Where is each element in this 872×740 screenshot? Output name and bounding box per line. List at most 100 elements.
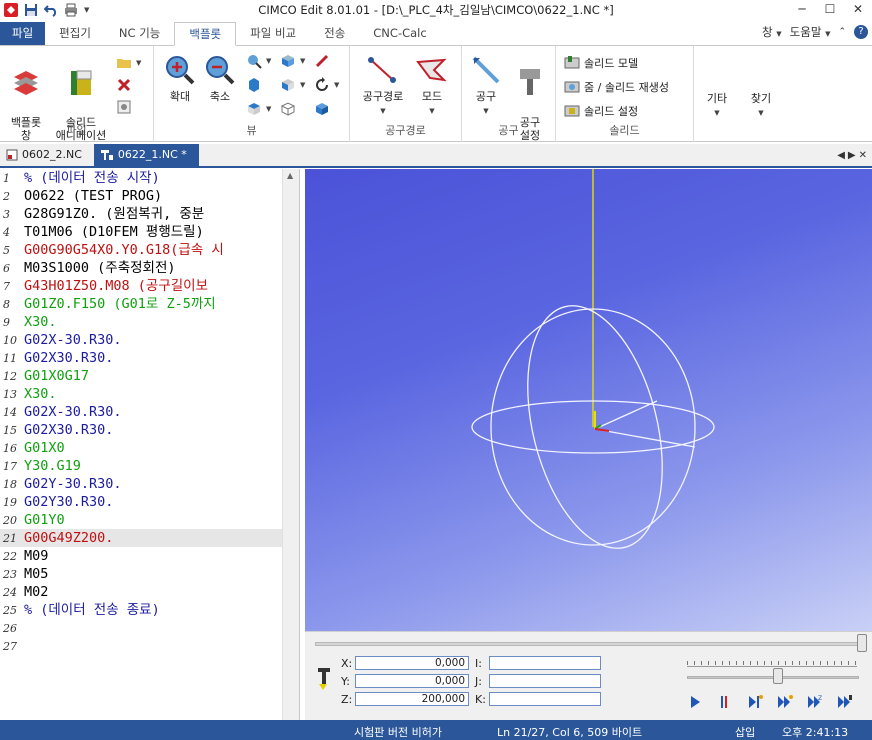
code-line[interactable]: 13 X30. xyxy=(0,385,282,403)
nc-code-editor[interactable]: 1 % (데이터 전송 시작) 2 O0622 (TEST PROG) 3 G28G91Z… xyxy=(0,169,300,720)
zoom-out-icon xyxy=(206,56,235,85)
app-logo-icon[interactable] xyxy=(4,3,18,17)
tab-nc-functions[interactable]: NC 기능 xyxy=(105,22,174,45)
speed-tick xyxy=(715,661,716,665)
zoom-small-icon xyxy=(248,55,262,69)
solid-setup-button[interactable]: 솔리드 설정 xyxy=(564,102,638,120)
run-to-end-icon[interactable] xyxy=(837,694,853,710)
code-line[interactable]: 24 M02 xyxy=(0,583,282,601)
code-line[interactable]: 2 O0622 (TEST PROG) xyxy=(0,187,282,205)
view-side-button[interactable]: ▼ xyxy=(280,76,305,94)
chevron-down-icon: ▼ xyxy=(825,30,831,38)
code-line[interactable]: 16 G01X0 xyxy=(0,439,282,457)
group-file-label: 파일 xyxy=(66,124,87,137)
ribbon-backplot: 백플롯 창 솔리드 애니메이션 ▼ 파일 확대 축소 ▼ ▼ ▼ ▼ ▼ 뷰 공… xyxy=(0,46,872,142)
code-line[interactable]: 22 M09 xyxy=(0,547,282,565)
zoom-in-button[interactable]: 확대 xyxy=(162,54,198,103)
code-line[interactable]: 9 X30. xyxy=(0,313,282,331)
code-line[interactable]: 6 M03S1000 (주축정회전) xyxy=(0,259,282,277)
zoom-window-button[interactable]: ▼ xyxy=(246,52,271,70)
tool-setup-icon xyxy=(520,69,540,95)
code-text: G01X0 xyxy=(24,440,65,456)
code-line[interactable]: 14 G02X-30.R30. xyxy=(0,403,282,421)
speed-tick xyxy=(813,661,814,665)
properties-button[interactable] xyxy=(116,98,132,116)
print-icon[interactable] xyxy=(64,3,78,17)
close-button[interactable]: ✕ xyxy=(844,0,872,20)
find-button[interactable]: 찾기 ▼ xyxy=(744,92,778,120)
tab-editor[interactable]: 편집기 xyxy=(45,22,105,45)
undo-icon[interactable] xyxy=(44,3,58,17)
fast-forward-icon[interactable] xyxy=(777,694,793,710)
step-forward-icon[interactable] xyxy=(747,694,763,710)
scroll-up-icon[interactable]: ▲ xyxy=(287,171,293,180)
line-number: 6 xyxy=(3,262,10,275)
delete-button[interactable] xyxy=(116,76,132,94)
maximize-button[interactable]: ☐ xyxy=(816,0,844,20)
pause-icon[interactable] xyxy=(717,694,733,710)
zoom-out-button[interactable]: 축소 xyxy=(202,54,238,103)
rotate-button[interactable]: ▼ xyxy=(314,76,339,94)
tool-button[interactable]: 공구 ▼ xyxy=(468,54,504,118)
code-line[interactable]: 11 G02X30.R30. xyxy=(0,349,282,367)
cube-wire-icon xyxy=(280,102,296,116)
code-line[interactable]: 15 G02X30.R30. xyxy=(0,421,282,439)
view-solid-button[interactable] xyxy=(314,100,330,118)
view-front-button[interactable] xyxy=(246,76,262,94)
open-folder-button[interactable]: ▼ xyxy=(116,54,141,72)
doc-tab-navigation[interactable]: ◀▶✕ xyxy=(837,150,870,161)
code-line[interactable]: 18 G02Y-30.R30. xyxy=(0,475,282,493)
z-coordinate-field: 200,000 xyxy=(355,692,469,706)
pencil-button[interactable] xyxy=(314,52,330,70)
code-line[interactable]: 3 G28G91Z0. (원점복귀, 중분 xyxy=(0,205,282,223)
qat-dropdown-icon[interactable]: ▼ xyxy=(84,6,89,14)
code-line[interactable]: 5 G00G90G54X0.Y0.G18(급속 시 xyxy=(0,241,282,259)
code-line[interactable]: 4 T01M06 (D10FEM 평행드릴) xyxy=(0,223,282,241)
window-menu[interactable]: 창 ▼ xyxy=(762,24,782,40)
toolpath-button[interactable]: 공구경로 ▼ xyxy=(358,54,408,118)
code-line[interactable]: 26 xyxy=(0,619,282,637)
play-icon[interactable] xyxy=(687,694,703,710)
save-icon[interactable] xyxy=(24,3,38,17)
code-line[interactable]: 17 Y30.G19 xyxy=(0,457,282,475)
doc-tab-0602-2[interactable]: 0602_2.NC xyxy=(0,144,94,166)
view-wire-button[interactable] xyxy=(280,100,296,118)
tab-transfer[interactable]: 전송 xyxy=(310,22,359,45)
minimize-button[interactable]: ─ xyxy=(788,0,816,20)
help-icon[interactable]: ? xyxy=(854,25,868,39)
tab-file-compare[interactable]: 파일 비교 xyxy=(236,22,310,45)
line-number: 2 xyxy=(3,190,10,203)
code-line[interactable]: 19 G02Y30.R30. xyxy=(0,493,282,511)
editor-scrollbar[interactable]: ▲ xyxy=(282,169,299,720)
code-line[interactable]: 7 G43H01Z50.M08 (공구길이보 xyxy=(0,277,282,295)
code-line[interactable]: 27 xyxy=(0,637,282,655)
progress-slider[interactable] xyxy=(315,642,865,646)
code-line[interactable]: 23 M05 xyxy=(0,565,282,583)
tool-holder-icon xyxy=(318,668,330,690)
step-z-icon[interactable]: Z xyxy=(807,694,823,710)
code-line[interactable]: 8 G01Z0.F150 (G01로 Z-5까지 xyxy=(0,295,282,313)
help-menu[interactable]: 도움말 ▼ xyxy=(790,24,831,40)
tab-cnc-calc[interactable]: CNC-Calc xyxy=(359,22,440,45)
mode-button[interactable]: 모드 ▼ xyxy=(412,54,452,118)
code-line[interactable]: 25 % (데이터 전송 종료) xyxy=(0,601,282,619)
tab-file[interactable]: 파일 xyxy=(0,22,46,45)
solid-model-button[interactable]: 솔리드 모델 xyxy=(564,54,638,72)
doc-tab-0622-1[interactable]: 0622_1.NC * xyxy=(93,144,199,166)
etc-button[interactable]: 기타 ▼ xyxy=(700,92,734,120)
progress-slider-thumb[interactable] xyxy=(857,634,867,652)
speed-slider-thumb[interactable] xyxy=(773,668,783,684)
code-line[interactable]: 12 G01X0G17 xyxy=(0,367,282,385)
code-line[interactable]: 20 G01Y0 xyxy=(0,511,282,529)
code-line[interactable]: 1 % (데이터 전송 시작) xyxy=(0,169,282,187)
status-clock: 오후 2:41:13 xyxy=(782,726,849,739)
code-line[interactable]: 10 G02X-30.R30. xyxy=(0,331,282,349)
ribbon-minimize-icon[interactable]: ⌃ xyxy=(838,27,846,37)
zoom-regen-button[interactable]: 줌 / 솔리드 재생성 xyxy=(564,78,669,96)
speed-tick xyxy=(750,661,751,665)
view-top-button[interactable]: ▼ xyxy=(246,100,271,118)
backplot-viewport[interactable] xyxy=(305,169,872,631)
tab-backplot[interactable]: 백플롯 xyxy=(174,22,237,46)
view-iso-button[interactable]: ▼ xyxy=(280,52,305,70)
code-line[interactable]: 21 G00G49Z200. xyxy=(0,529,282,547)
